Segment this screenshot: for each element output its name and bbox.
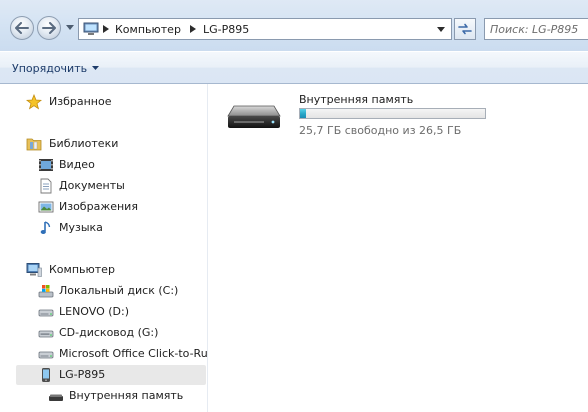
drive-name: Внутренняя память [299,93,414,106]
address-bar[interactable]: Компьютер LG-P895 [78,18,452,40]
breadcrumb-computer[interactable]: Компьютер [115,23,181,36]
drive-usage-fill [300,109,306,118]
organize-label: Упорядочить [12,61,88,75]
documents-icon [40,178,52,194]
music-icon [40,221,51,234]
computer-icon [83,22,99,35]
drive-usage-bar [299,108,486,119]
nav-library-documents[interactable]: Документы [38,176,198,196]
nav-libraries[interactable]: Библиотеки [26,134,196,154]
pictures-icon [38,201,54,213]
phone-icon [42,368,50,382]
recent-pages-dropdown-icon[interactable] [66,25,74,30]
nav-library-music[interactable]: Музыка [38,218,198,238]
command-bar: Упорядочить [0,51,588,84]
nav-drive-office[interactable]: Microsoft Office Click-to-Ru [38,344,208,364]
storage-icon [49,394,63,401]
breadcrumb-device[interactable]: LG-P895 [203,23,249,36]
computer-icon [26,263,42,277]
organize-button[interactable]: Упорядочить [12,60,100,76]
drive-tile-internal-storage[interactable]: Внутренняя память 25,7 ГБ свободно из 26… [226,90,486,140]
nav-drive-g[interactable]: CD-дисковод (G:) [38,323,198,343]
refresh-button[interactable] [454,18,476,40]
nav-drive-c[interactable]: Локальный диск (C:) [38,281,198,301]
nav-computer[interactable]: Компьютер [26,260,196,280]
nav-device-lg-p895[interactable]: LG-P895 [16,365,206,385]
forward-button[interactable] [37,16,61,40]
search-box[interactable] [484,18,588,40]
content-pane: Внутренняя память 25,7 ГБ свободно из 26… [208,84,588,412]
chevron-down-icon [92,66,100,70]
video-icon [39,159,53,171]
drive-free-space: 25,7 ГБ свободно из 26,5 ГБ [299,124,462,137]
refresh-icon [458,23,472,35]
hard-drive-icon [38,351,54,359]
storage-drive-icon [227,105,281,128]
nav-device-storage[interactable]: Внутренняя память [48,386,206,406]
back-button[interactable] [10,16,34,40]
breadcrumb-chevron-icon[interactable] [103,25,109,33]
nav-drive-d[interactable]: LENOVO (D:) [38,302,198,322]
nav-favorites[interactable]: Избранное [26,92,196,112]
nav-library-pictures[interactable]: Изображения [38,197,198,217]
arrow-left-icon [15,22,29,34]
hard-drive-icon [38,309,54,317]
navigation-pane: Избранное Библиотеки Видео Документы Изо… [0,84,208,412]
cd-drive-icon [38,330,54,338]
windows-drive-icon [38,285,54,298]
chevron-down-icon[interactable] [437,27,445,32]
libraries-folder-icon [26,138,42,151]
breadcrumb-chevron-icon[interactable] [190,25,196,33]
search-input[interactable] [485,19,588,39]
arrow-right-icon [42,22,56,34]
nav-library-video[interactable]: Видео [38,155,198,175]
address-toolbar: Компьютер LG-P895 [0,0,588,51]
star-icon [26,94,42,110]
explorer-window: Компьютер LG-P895 Упорядочить [0,0,588,412]
